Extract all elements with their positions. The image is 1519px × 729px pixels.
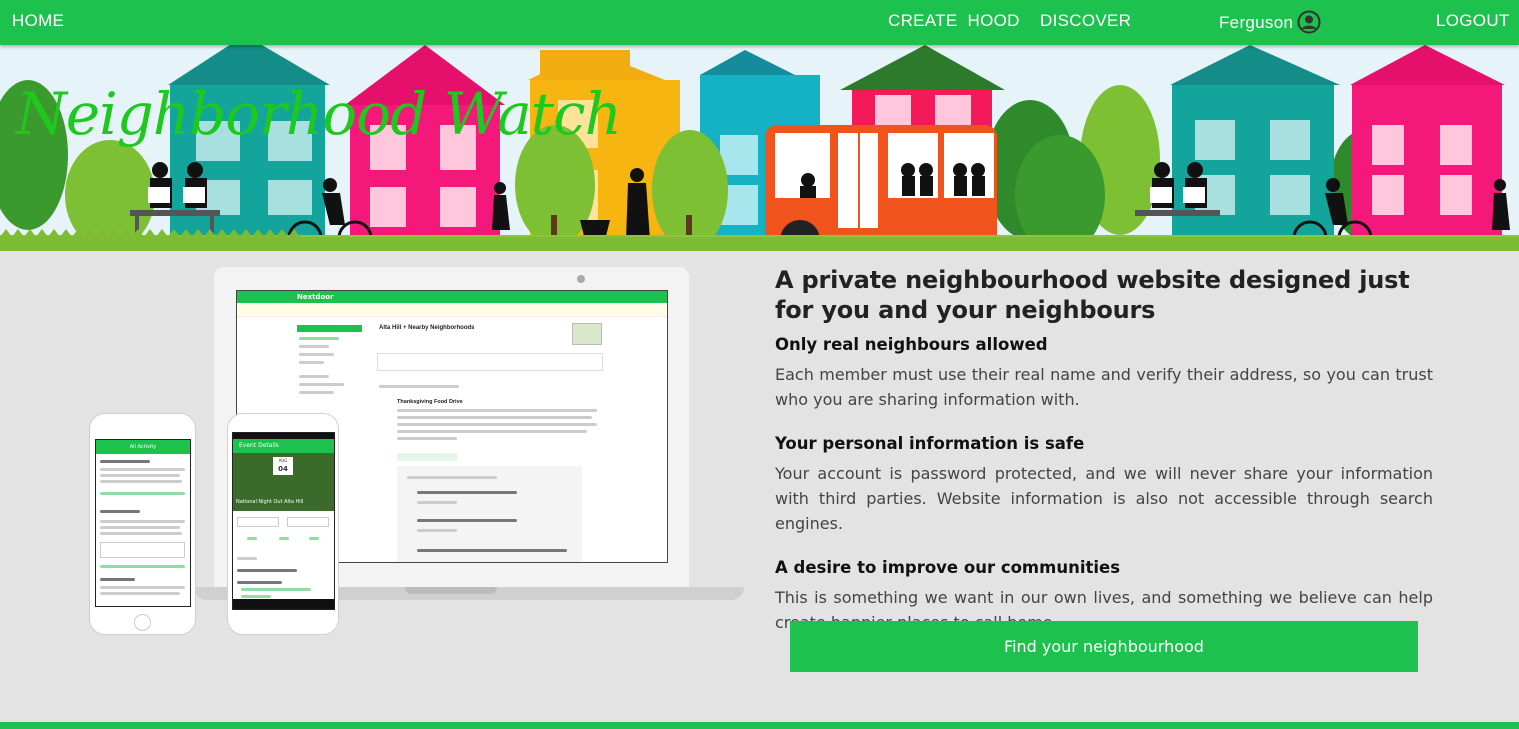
event-date-month: AUG xyxy=(278,458,288,463)
iphone-mockup: All Activity xyxy=(89,413,196,635)
laptop-camera xyxy=(577,275,585,283)
laptop-notch xyxy=(405,587,497,594)
device-mockup-image: Nextdoor Alta Hill + Nearby Neighborhood… xyxy=(85,266,750,641)
nav-create-label: CREATE xyxy=(888,11,958,30)
top-nav: HOME CREATE HOOD DISCOVER Ferguson LOGOU… xyxy=(0,0,1519,45)
nav-home-link[interactable]: HOME xyxy=(12,11,64,31)
find-neighbourhood-button[interactable]: Find your neighbourhood xyxy=(790,621,1418,672)
feature-text: Your account is password protected, and … xyxy=(775,464,1433,533)
post-title: Thanksgiving Food Drive xyxy=(397,399,463,405)
feature-title: Only real neighbours allowed xyxy=(775,335,1048,354)
hero-headline: A private neighbourhood website designed… xyxy=(775,266,1410,324)
nav-discover-link[interactable]: DISCOVER xyxy=(1040,11,1131,31)
laptop-heading: Alta Hill + Nearby Neighborhoods xyxy=(379,325,475,331)
android-mockup: Event Details AUG 04 National Night Out … xyxy=(227,413,339,635)
features-section: A private neighbourhood website designed… xyxy=(775,265,1433,635)
event-date-day: 04 xyxy=(278,465,288,473)
nav-logout-link[interactable]: LOGOUT xyxy=(1436,11,1510,31)
hero-banner-illustration: Neighborhood Watch xyxy=(0,45,1519,251)
nav-username: Ferguson xyxy=(1219,12,1294,32)
feature-text: Each member must use their real name and… xyxy=(775,365,1433,409)
android-heading: Event Details xyxy=(233,439,334,453)
nav-user-profile[interactable]: Ferguson xyxy=(1219,10,1321,34)
nav-hood-label: HOOD xyxy=(967,11,1020,30)
event-title: National Night Out Alta Hill xyxy=(236,499,304,505)
user-account-icon xyxy=(1297,10,1321,34)
neighborhood-illustration xyxy=(0,45,1519,251)
feature-title: Your personal information is safe xyxy=(775,434,1085,453)
iphone-tab: All Activity xyxy=(96,440,190,454)
feature-title: A desire to improve our communities xyxy=(775,558,1121,577)
nextdoor-header: Nextdoor xyxy=(237,291,667,303)
nav-create-hood-link[interactable]: CREATE HOOD xyxy=(888,11,1020,31)
brand-logo-text: Neighborhood Watch xyxy=(16,80,622,148)
footer-accent-bar xyxy=(0,722,1519,729)
